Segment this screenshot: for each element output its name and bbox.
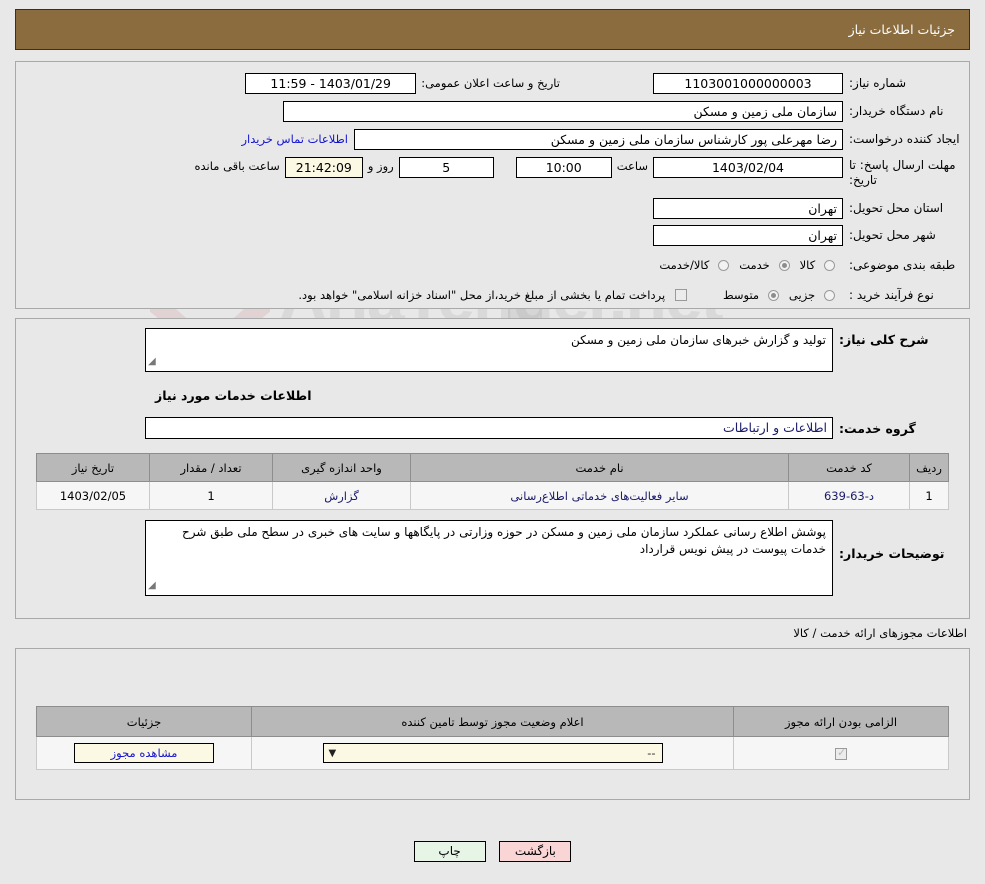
page-title: جزئیات اطلاعات نیاز bbox=[848, 22, 955, 37]
services-table-header-row: ردیف کد خدمت نام خدمت واحد اندازه گیری ت… bbox=[36, 453, 949, 482]
cell-unit: گزارش bbox=[272, 481, 411, 510]
resize-grip-icon-2[interactable]: ◣ bbox=[148, 577, 156, 594]
radio-khedmat-icon[interactable] bbox=[778, 259, 790, 271]
col-need-date: تاریخ نیاز bbox=[36, 453, 150, 482]
permits-table-header-row: الزامی بودن ارائه مجوز اعلام وضعیت مجوز … bbox=[36, 706, 949, 737]
col-quantity: تعداد / مقدار bbox=[149, 453, 273, 482]
need-summary-value: تولید و گزارش خبرهای سازمان ملی زمین و م… bbox=[570, 333, 826, 347]
services-heading: اطلاعات خدمات مورد نیاز bbox=[155, 388, 312, 403]
view-permit-button[interactable]: مشاهده مجوز bbox=[74, 743, 214, 763]
countdown-value: 21:42:09 bbox=[284, 157, 363, 178]
buyer-org-label: نام دستگاه خریدار: bbox=[849, 104, 944, 118]
permit-status-value: -- bbox=[647, 746, 656, 760]
province-label: استان محل تحویل: bbox=[849, 201, 944, 215]
col-permit-required: الزامی بودن ارائه مجوز bbox=[733, 706, 949, 737]
process-radio-motevaset[interactable]: متوسط bbox=[713, 288, 779, 303]
process-label: نوع فرآیند خرید : bbox=[849, 288, 934, 302]
need-number-label: شماره نیاز: bbox=[849, 76, 906, 90]
buyer-org-value: سازمان ملی زمین و مسکن bbox=[283, 100, 843, 122]
cell-permit-details: مشاهده مجوز bbox=[36, 736, 252, 770]
service-group-value: اطلاعات و ارتباطات bbox=[145, 417, 833, 439]
category-radio-khedmat[interactable]: خدمت bbox=[729, 258, 790, 273]
deadline-time-value: 10:00 bbox=[515, 157, 612, 178]
province-value: تهران bbox=[653, 197, 843, 219]
category-option-label-1: خدمت bbox=[739, 258, 770, 273]
city-label: شهر محل تحویل: bbox=[849, 228, 936, 242]
chevron-down-icon: ▼ bbox=[328, 748, 337, 759]
days-label: روز و bbox=[367, 159, 394, 173]
cell-need-date: 1403/02/05 bbox=[36, 481, 150, 510]
cell-permit-required bbox=[733, 736, 949, 770]
deadline-date-value: 1403/02/04 bbox=[653, 157, 843, 178]
resize-grip-icon[interactable]: ◣ bbox=[148, 353, 156, 370]
category-radio-kala-khedmat[interactable]: کالا/خدمت bbox=[649, 258, 730, 273]
services-table: ردیف کد خدمت نام خدمت واحد اندازه گیری ت… bbox=[36, 453, 949, 510]
buyer-contact-link[interactable]: اطلاعات تماس خریدار bbox=[235, 132, 354, 146]
table-row: ▼ -- مشاهده مجوز bbox=[36, 736, 949, 770]
cell-permit-status: ▼ -- bbox=[251, 736, 734, 770]
buyer-notes-label: توضیحات خریدار: bbox=[839, 546, 945, 561]
permit-status-select[interactable]: ▼ -- bbox=[322, 743, 663, 763]
permits-table-wrap: الزامی بودن ارائه مجوز اعلام وضعیت مجوز … bbox=[36, 706, 949, 770]
category-radio-kala[interactable]: کالا bbox=[790, 258, 843, 273]
announcement-label: تاریخ و ساعت اعلان عمومی: bbox=[421, 76, 560, 90]
permits-table: الزامی بودن ارائه مجوز اعلام وضعیت مجوز … bbox=[36, 706, 949, 770]
cell-row-no: 1 bbox=[909, 481, 949, 510]
col-permit-details: جزئیات bbox=[36, 706, 252, 737]
back-button[interactable]: بازگشت bbox=[499, 841, 572, 862]
need-details-panel: شرح کلی نیاز: تولید و گزارش خبرهای سازما… bbox=[15, 318, 970, 619]
print-button[interactable]: چاپ bbox=[413, 841, 486, 862]
remaining-days-value: 5 bbox=[398, 157, 494, 178]
col-row-no: ردیف bbox=[909, 453, 949, 482]
cell-quantity: 1 bbox=[149, 481, 273, 510]
hour-label: ساعت bbox=[616, 159, 648, 173]
basic-info-panel: شماره نیاز: 1103001000000003 تاریخ و ساع… bbox=[15, 61, 970, 309]
buyer-notes-value: پوشش اطلاع رسانی عملکرد سازمان ملی زمین … bbox=[181, 525, 826, 556]
table-row: 1 د-63-639 سایر فعالیت‌های خدماتی اطلاع‌… bbox=[36, 481, 949, 510]
permits-panel: الزامی بودن ارائه مجوز اعلام وضعیت مجوز … bbox=[15, 648, 970, 800]
col-permit-status: اعلام وضعیت مجوز توسط تامین کننده bbox=[251, 706, 734, 737]
page-header-bar: جزئیات اطلاعات نیاز bbox=[15, 9, 970, 50]
col-service-name: نام خدمت bbox=[410, 453, 789, 482]
creator-label: ایجاد کننده درخواست: bbox=[849, 132, 960, 146]
cell-service-name: سایر فعالیت‌های خدماتی اطلاع‌رسانی bbox=[410, 481, 789, 510]
cell-service-code: د-63-639 bbox=[788, 481, 910, 510]
deadline-label: مهلت ارسال پاسخ: تا تاریخ: bbox=[849, 158, 956, 187]
need-summary-label: شرح کلی نیاز: bbox=[839, 332, 929, 347]
category-option-label-0: کالا bbox=[799, 258, 816, 273]
col-unit: واحد اندازه گیری bbox=[272, 453, 411, 482]
service-group-label: گروه خدمت: bbox=[839, 420, 916, 436]
city-value: تهران bbox=[653, 224, 843, 246]
treasury-checkbox-group[interactable]: پرداخت تمام یا بخشی از مبلغ خرید،از محل … bbox=[288, 288, 687, 303]
process-option-label-1: متوسط bbox=[722, 288, 760, 303]
permits-heading: اطلاعات مجوزهای ارائه خدمت / کالا bbox=[793, 626, 967, 640]
radio-kala-icon[interactable] bbox=[824, 259, 835, 271]
radio-kala-khedmat-icon[interactable] bbox=[718, 259, 730, 271]
radio-motevaset-icon[interactable] bbox=[767, 289, 779, 301]
services-table-wrap: ردیف کد خدمت نام خدمت واحد اندازه گیری ت… bbox=[36, 453, 949, 510]
footer-actions: بازگشت چاپ bbox=[0, 841, 985, 862]
category-label: طبقه بندی موضوعی: bbox=[849, 258, 956, 272]
process-option-label-0: جزیی bbox=[788, 288, 816, 303]
creator-value: رضا مهرعلی پور کارشناس سازمان ملی زمین و… bbox=[354, 128, 843, 150]
remaining-label: ساعت باقی مانده bbox=[194, 159, 280, 173]
radio-jozei-icon[interactable] bbox=[824, 289, 835, 301]
buyer-notes-textarea[interactable]: پوشش اطلاع رسانی عملکرد سازمان ملی زمین … bbox=[145, 520, 833, 596]
permit-required-checkbox-icon bbox=[835, 746, 847, 760]
treasury-text: پرداخت تمام یا بخشی از مبلغ خرید،از محل … bbox=[298, 288, 666, 303]
need-summary-textarea[interactable]: تولید و گزارش خبرهای سازمان ملی زمین و م… bbox=[145, 328, 833, 372]
need-number-value: 1103001000000003 bbox=[653, 72, 843, 94]
category-option-label-2: کالا/خدمت bbox=[659, 258, 710, 273]
col-service-code: کد خدمت bbox=[788, 453, 910, 482]
announcement-value: 1403/01/29 - 11:59 bbox=[245, 72, 417, 94]
process-radio-jozei[interactable]: جزیی bbox=[779, 288, 843, 303]
treasury-checkbox-icon[interactable] bbox=[674, 289, 687, 302]
